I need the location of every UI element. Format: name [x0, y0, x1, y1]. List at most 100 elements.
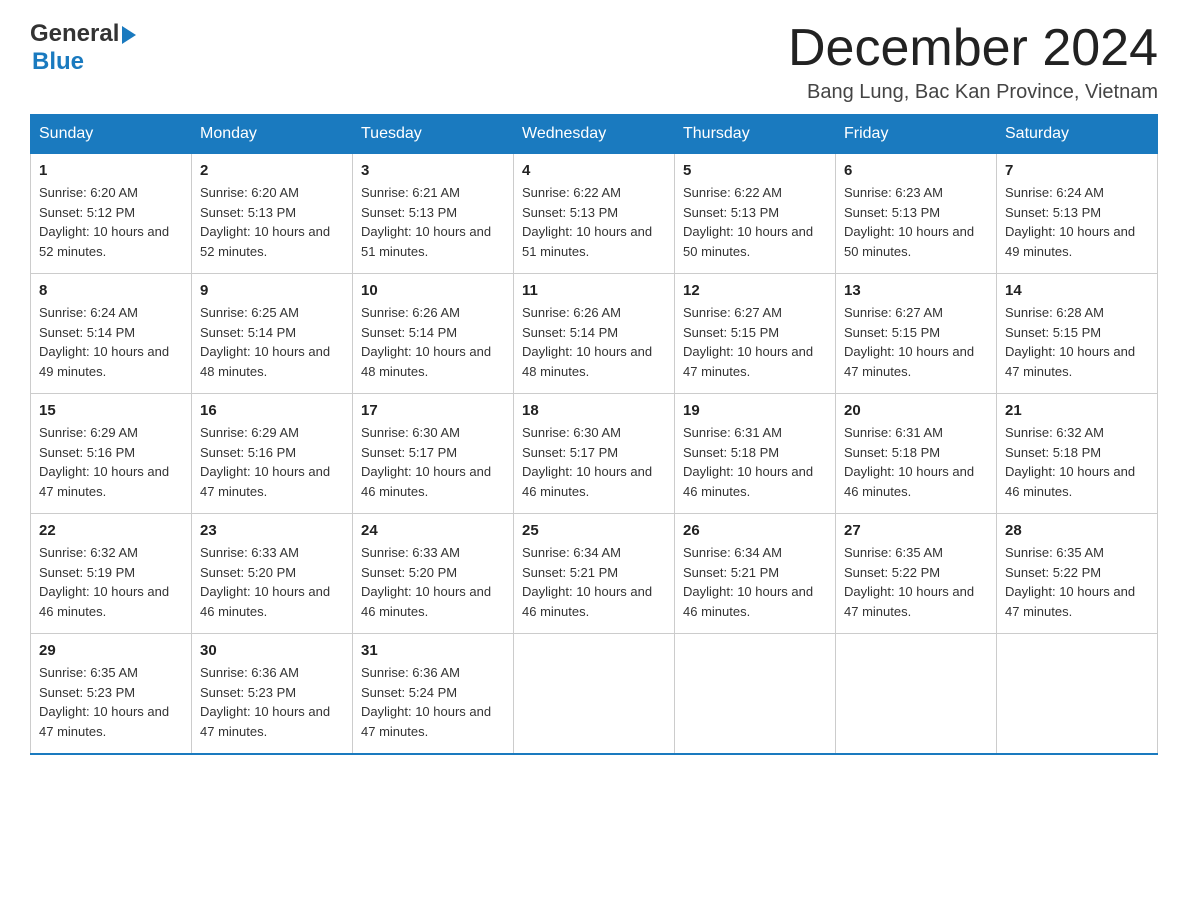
day-number: 9	[200, 282, 344, 299]
day-info: Sunrise: 6:36 AMSunset: 5:24 PMDaylight:…	[361, 665, 491, 739]
calendar-week-row: 29 Sunrise: 6:35 AMSunset: 5:23 PMDaylig…	[31, 634, 1158, 755]
day-info: Sunrise: 6:24 AMSunset: 5:14 PMDaylight:…	[39, 305, 169, 379]
calendar-cell	[514, 634, 675, 755]
col-sunday: Sunday	[31, 115, 192, 154]
day-number: 27	[844, 522, 988, 539]
col-wednesday: Wednesday	[514, 115, 675, 154]
location-title: Bang Lung, Bac Kan Province, Vietnam	[788, 81, 1158, 104]
day-number: 24	[361, 522, 505, 539]
day-info: Sunrise: 6:23 AMSunset: 5:13 PMDaylight:…	[844, 185, 974, 259]
day-number: 22	[39, 522, 183, 539]
day-info: Sunrise: 6:28 AMSunset: 5:15 PMDaylight:…	[1005, 305, 1135, 379]
calendar-week-row: 22 Sunrise: 6:32 AMSunset: 5:19 PMDaylig…	[31, 514, 1158, 634]
calendar-cell: 9 Sunrise: 6:25 AMSunset: 5:14 PMDayligh…	[192, 274, 353, 394]
day-info: Sunrise: 6:27 AMSunset: 5:15 PMDaylight:…	[683, 305, 813, 379]
day-number: 21	[1005, 402, 1149, 419]
day-info: Sunrise: 6:35 AMSunset: 5:22 PMDaylight:…	[1005, 545, 1135, 619]
day-number: 25	[522, 522, 666, 539]
col-monday: Monday	[192, 115, 353, 154]
day-info: Sunrise: 6:33 AMSunset: 5:20 PMDaylight:…	[361, 545, 491, 619]
col-saturday: Saturday	[997, 115, 1158, 154]
day-number: 31	[361, 642, 505, 659]
day-info: Sunrise: 6:26 AMSunset: 5:14 PMDaylight:…	[361, 305, 491, 379]
day-number: 5	[683, 162, 827, 179]
day-info: Sunrise: 6:30 AMSunset: 5:17 PMDaylight:…	[361, 425, 491, 499]
day-number: 30	[200, 642, 344, 659]
calendar-cell: 26 Sunrise: 6:34 AMSunset: 5:21 PMDaylig…	[675, 514, 836, 634]
day-info: Sunrise: 6:29 AMSunset: 5:16 PMDaylight:…	[39, 425, 169, 499]
logo-general-text: General	[30, 20, 119, 48]
calendar-cell: 29 Sunrise: 6:35 AMSunset: 5:23 PMDaylig…	[31, 634, 192, 755]
day-number: 26	[683, 522, 827, 539]
day-info: Sunrise: 6:33 AMSunset: 5:20 PMDaylight:…	[200, 545, 330, 619]
day-number: 19	[683, 402, 827, 419]
calendar-cell: 10 Sunrise: 6:26 AMSunset: 5:14 PMDaylig…	[353, 274, 514, 394]
month-title: December 2024	[788, 20, 1158, 77]
title-area: December 2024 Bang Lung, Bac Kan Provinc…	[788, 20, 1158, 104]
calendar-cell: 25 Sunrise: 6:34 AMSunset: 5:21 PMDaylig…	[514, 514, 675, 634]
calendar-cell: 28 Sunrise: 6:35 AMSunset: 5:22 PMDaylig…	[997, 514, 1158, 634]
calendar-cell	[675, 634, 836, 755]
calendar-cell: 8 Sunrise: 6:24 AMSunset: 5:14 PMDayligh…	[31, 274, 192, 394]
day-number: 11	[522, 282, 666, 299]
day-number: 10	[361, 282, 505, 299]
day-number: 15	[39, 402, 183, 419]
calendar-cell: 22 Sunrise: 6:32 AMSunset: 5:19 PMDaylig…	[31, 514, 192, 634]
calendar-cell: 12 Sunrise: 6:27 AMSunset: 5:15 PMDaylig…	[675, 274, 836, 394]
calendar-cell: 23 Sunrise: 6:33 AMSunset: 5:20 PMDaylig…	[192, 514, 353, 634]
logo: General Blue	[30, 20, 136, 76]
day-number: 7	[1005, 162, 1149, 179]
calendar-cell: 2 Sunrise: 6:20 AMSunset: 5:13 PMDayligh…	[192, 154, 353, 274]
calendar-cell	[836, 634, 997, 755]
calendar-week-row: 15 Sunrise: 6:29 AMSunset: 5:16 PMDaylig…	[31, 394, 1158, 514]
calendar-cell: 7 Sunrise: 6:24 AMSunset: 5:13 PMDayligh…	[997, 154, 1158, 274]
day-number: 29	[39, 642, 183, 659]
day-number: 6	[844, 162, 988, 179]
page-header: General Blue December 2024 Bang Lung, Ba…	[30, 20, 1158, 104]
calendar-cell: 30 Sunrise: 6:36 AMSunset: 5:23 PMDaylig…	[192, 634, 353, 755]
day-info: Sunrise: 6:27 AMSunset: 5:15 PMDaylight:…	[844, 305, 974, 379]
day-info: Sunrise: 6:31 AMSunset: 5:18 PMDaylight:…	[683, 425, 813, 499]
day-info: Sunrise: 6:20 AMSunset: 5:12 PMDaylight:…	[39, 185, 169, 259]
logo-blue-text: Blue	[32, 48, 84, 76]
day-number: 8	[39, 282, 183, 299]
day-info: Sunrise: 6:25 AMSunset: 5:14 PMDaylight:…	[200, 305, 330, 379]
day-info: Sunrise: 6:20 AMSunset: 5:13 PMDaylight:…	[200, 185, 330, 259]
calendar-cell: 20 Sunrise: 6:31 AMSunset: 5:18 PMDaylig…	[836, 394, 997, 514]
day-info: Sunrise: 6:24 AMSunset: 5:13 PMDaylight:…	[1005, 185, 1135, 259]
day-info: Sunrise: 6:22 AMSunset: 5:13 PMDaylight:…	[683, 185, 813, 259]
calendar-cell: 3 Sunrise: 6:21 AMSunset: 5:13 PMDayligh…	[353, 154, 514, 274]
day-number: 16	[200, 402, 344, 419]
day-info: Sunrise: 6:35 AMSunset: 5:23 PMDaylight:…	[39, 665, 169, 739]
day-number: 12	[683, 282, 827, 299]
calendar-cell	[997, 634, 1158, 755]
calendar-cell: 5 Sunrise: 6:22 AMSunset: 5:13 PMDayligh…	[675, 154, 836, 274]
day-info: Sunrise: 6:34 AMSunset: 5:21 PMDaylight:…	[683, 545, 813, 619]
day-info: Sunrise: 6:31 AMSunset: 5:18 PMDaylight:…	[844, 425, 974, 499]
day-number: 20	[844, 402, 988, 419]
day-number: 23	[200, 522, 344, 539]
day-number: 1	[39, 162, 183, 179]
col-thursday: Thursday	[675, 115, 836, 154]
calendar-week-row: 1 Sunrise: 6:20 AMSunset: 5:12 PMDayligh…	[31, 154, 1158, 274]
day-info: Sunrise: 6:21 AMSunset: 5:13 PMDaylight:…	[361, 185, 491, 259]
calendar-cell: 17 Sunrise: 6:30 AMSunset: 5:17 PMDaylig…	[353, 394, 514, 514]
day-number: 4	[522, 162, 666, 179]
day-number: 17	[361, 402, 505, 419]
calendar-cell: 4 Sunrise: 6:22 AMSunset: 5:13 PMDayligh…	[514, 154, 675, 274]
calendar-cell: 27 Sunrise: 6:35 AMSunset: 5:22 PMDaylig…	[836, 514, 997, 634]
calendar-week-row: 8 Sunrise: 6:24 AMSunset: 5:14 PMDayligh…	[31, 274, 1158, 394]
calendar-cell: 6 Sunrise: 6:23 AMSunset: 5:13 PMDayligh…	[836, 154, 997, 274]
calendar-cell: 16 Sunrise: 6:29 AMSunset: 5:16 PMDaylig…	[192, 394, 353, 514]
calendar-cell: 21 Sunrise: 6:32 AMSunset: 5:18 PMDaylig…	[997, 394, 1158, 514]
day-number: 18	[522, 402, 666, 419]
day-number: 2	[200, 162, 344, 179]
calendar-cell: 11 Sunrise: 6:26 AMSunset: 5:14 PMDaylig…	[514, 274, 675, 394]
day-number: 13	[844, 282, 988, 299]
calendar-cell: 24 Sunrise: 6:33 AMSunset: 5:20 PMDaylig…	[353, 514, 514, 634]
day-info: Sunrise: 6:35 AMSunset: 5:22 PMDaylight:…	[844, 545, 974, 619]
day-info: Sunrise: 6:32 AMSunset: 5:19 PMDaylight:…	[39, 545, 169, 619]
col-friday: Friday	[836, 115, 997, 154]
day-number: 3	[361, 162, 505, 179]
calendar-cell: 13 Sunrise: 6:27 AMSunset: 5:15 PMDaylig…	[836, 274, 997, 394]
